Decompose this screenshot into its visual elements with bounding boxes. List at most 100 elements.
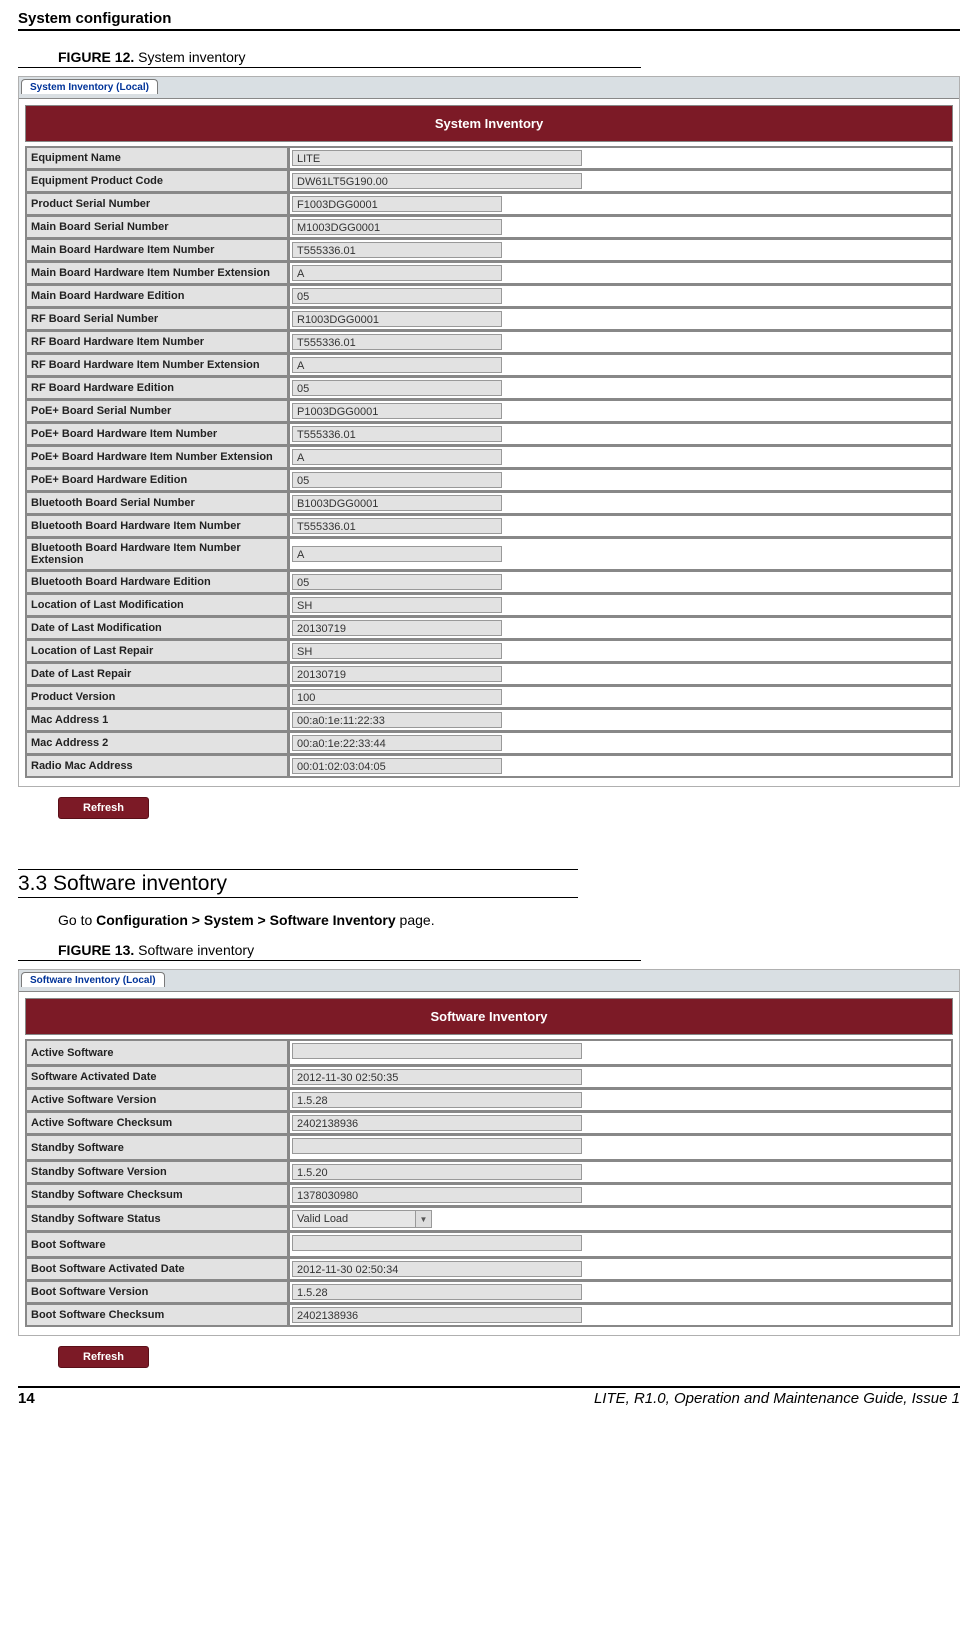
table-row: PoE+ Board Hardware Edition05 xyxy=(26,469,952,491)
readonly-field: 2402138936 xyxy=(292,1115,582,1131)
system-inventory-panel: System Inventory (Local) System Inventor… xyxy=(18,76,960,787)
software-inventory-table: Active SoftwareSoftware Activated Date20… xyxy=(25,1039,953,1327)
software-inventory-tab[interactable]: Software Inventory (Local) xyxy=(21,972,165,987)
row-value: P1003DGG0001 xyxy=(289,400,952,422)
readonly-field: 1.5.28 xyxy=(292,1284,582,1300)
row-label: Bluetooth Board Hardware Item Number Ext… xyxy=(26,538,288,570)
row-value: 1.5.20 xyxy=(289,1161,952,1183)
page-header: System configuration xyxy=(18,10,960,29)
readonly-field: M1003DGG0001 xyxy=(292,219,502,235)
row-value: M1003DGG0001 xyxy=(289,216,952,238)
row-label: PoE+ Board Hardware Item Number xyxy=(26,423,288,445)
software-inventory-panel: Software Inventory (Local) Software Inve… xyxy=(18,969,960,1336)
readonly-field: A xyxy=(292,546,502,562)
table-row: Main Board Serial NumberM1003DGG0001 xyxy=(26,216,952,238)
row-value: A xyxy=(289,354,952,376)
row-label: Standby Software Checksum xyxy=(26,1184,288,1206)
row-value xyxy=(289,1135,952,1160)
row-label: Boot Software Version xyxy=(26,1281,288,1303)
table-row: Standby Software xyxy=(26,1135,952,1160)
header-rule xyxy=(18,29,960,31)
readonly-field: DW61LT5G190.00 xyxy=(292,173,582,189)
readonly-field: 00:a0:1e:11:22:33 xyxy=(292,712,502,728)
row-label: PoE+ Board Hardware Edition xyxy=(26,469,288,491)
row-label: Main Board Serial Number xyxy=(26,216,288,238)
section-rule xyxy=(18,869,578,870)
row-value: 2402138936 xyxy=(289,1112,952,1134)
readonly-field: T555336.01 xyxy=(292,242,502,258)
row-label: Bluetooth Board Hardware Edition xyxy=(26,571,288,593)
row-label: Software Activated Date xyxy=(26,1066,288,1088)
footer-title: LITE, R1.0, Operation and Maintenance Gu… xyxy=(594,1390,960,1407)
figure13-caption: FIGURE 13. Software inventory xyxy=(18,942,641,961)
row-value: 00:a0:1e:22:33:44 xyxy=(289,732,952,754)
row-label: Product Version xyxy=(26,686,288,708)
table-row: PoE+ Board Hardware Item Number Extensio… xyxy=(26,446,952,468)
row-value: 1.5.28 xyxy=(289,1281,952,1303)
row-label: Boot Software xyxy=(26,1232,288,1257)
row-value: 2012-11-30 02:50:34 xyxy=(289,1258,952,1280)
page-number: 14 xyxy=(18,1390,35,1407)
system-inventory-title: System Inventory xyxy=(25,105,953,142)
readonly-field: 1378030980 xyxy=(292,1187,582,1203)
row-value: F1003DGG0001 xyxy=(289,193,952,215)
row-label: Boot Software Activated Date xyxy=(26,1258,288,1280)
table-row: Main Board Hardware Item NumberT555336.0… xyxy=(26,239,952,261)
row-value: T555336.01 xyxy=(289,515,952,537)
readonly-field: 2012-11-30 02:50:35 xyxy=(292,1069,582,1085)
page-footer: 14 LITE, R1.0, Operation and Maintenance… xyxy=(18,1386,960,1407)
table-row: Boot Software xyxy=(26,1232,952,1257)
row-label: Standby Software xyxy=(26,1135,288,1160)
row-value xyxy=(289,1040,952,1065)
table-row: Active Software xyxy=(26,1040,952,1065)
software-inventory-title: Software Inventory xyxy=(25,998,953,1035)
row-value: A xyxy=(289,538,952,570)
select-value: Valid Load xyxy=(293,1213,415,1225)
table-row: Active Software Checksum2402138936 xyxy=(26,1112,952,1134)
row-value: 1378030980 xyxy=(289,1184,952,1206)
row-value: 2402138936 xyxy=(289,1304,952,1326)
refresh-button[interactable]: Refresh xyxy=(58,1346,149,1368)
readonly-field: 2402138936 xyxy=(292,1307,582,1323)
row-value: A xyxy=(289,262,952,284)
readonly-field: 00:a0:1e:22:33:44 xyxy=(292,735,502,751)
table-row: Active Software Version1.5.28 xyxy=(26,1089,952,1111)
readonly-field: 2012-11-30 02:50:34 xyxy=(292,1261,582,1277)
system-inventory-tab[interactable]: System Inventory (Local) xyxy=(21,79,158,94)
table-row: PoE+ Board Hardware Item NumberT555336.0… xyxy=(26,423,952,445)
select-field[interactable]: Valid Load▼ xyxy=(292,1210,432,1228)
section-text-post: page. xyxy=(396,912,435,928)
row-label: Main Board Hardware Edition xyxy=(26,285,288,307)
readonly-field: B1003DGG0001 xyxy=(292,495,502,511)
readonly-field: A xyxy=(292,449,502,465)
row-label: Location of Last Repair xyxy=(26,640,288,662)
table-row: Mac Address 100:a0:1e:11:22:33 xyxy=(26,709,952,731)
refresh-button[interactable]: Refresh xyxy=(58,797,149,819)
row-label: Bluetooth Board Serial Number xyxy=(26,492,288,514)
readonly-field: SH xyxy=(292,597,502,613)
readonly-field: A xyxy=(292,265,502,281)
row-value: 1.5.28 xyxy=(289,1089,952,1111)
table-row: Standby Software Version1.5.20 xyxy=(26,1161,952,1183)
row-label: PoE+ Board Hardware Item Number Extensio… xyxy=(26,446,288,468)
section-text: Go to Configuration > System > Software … xyxy=(18,912,960,928)
row-value: T555336.01 xyxy=(289,239,952,261)
chevron-down-icon[interactable]: ▼ xyxy=(415,1211,431,1227)
table-row: Main Board Hardware Item Number Extensio… xyxy=(26,262,952,284)
row-value: SH xyxy=(289,640,952,662)
readonly-field xyxy=(292,1043,582,1059)
table-row: Equipment NameLITE xyxy=(26,147,952,169)
row-value: T555336.01 xyxy=(289,423,952,445)
row-label: Standby Software Version xyxy=(26,1161,288,1183)
readonly-field: SH xyxy=(292,643,502,659)
table-row: Radio Mac Address00:01:02:03:04:05 xyxy=(26,755,952,777)
section-text-pre: Go to xyxy=(58,912,96,928)
table-row: Product Serial NumberF1003DGG0001 xyxy=(26,193,952,215)
row-label: Date of Last Modification xyxy=(26,617,288,639)
row-value: T555336.01 xyxy=(289,331,952,353)
row-value: 100 xyxy=(289,686,952,708)
row-label: Mac Address 2 xyxy=(26,732,288,754)
row-label: Bluetooth Board Hardware Item Number xyxy=(26,515,288,537)
readonly-field: F1003DGG0001 xyxy=(292,196,502,212)
row-value: SH xyxy=(289,594,952,616)
